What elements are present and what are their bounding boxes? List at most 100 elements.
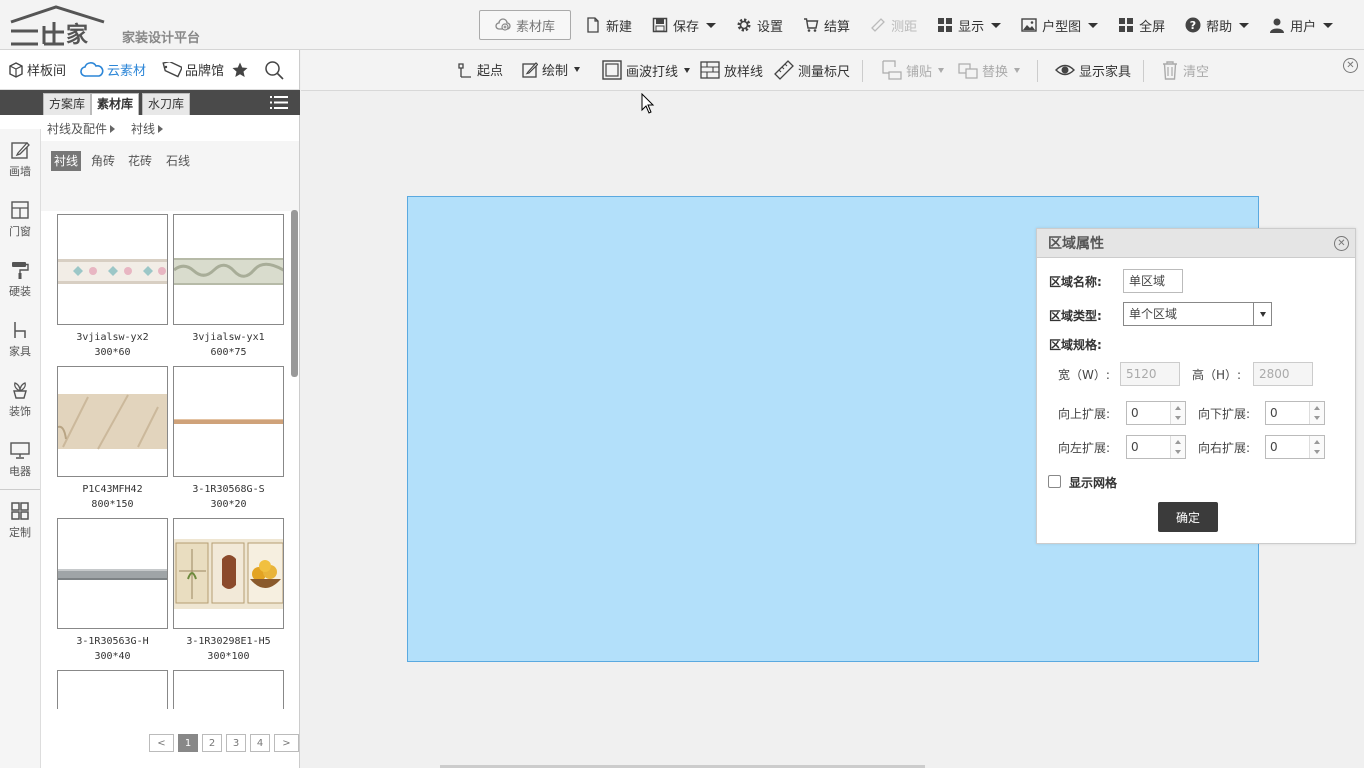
grid-scrollbar[interactable] [291, 210, 298, 377]
tile-thumbnail-image [174, 539, 283, 609]
page-button[interactable]: 2 [202, 734, 222, 752]
list-menu-icon[interactable] [270, 95, 288, 110]
start-point-icon [458, 62, 471, 78]
tab-waterjet-library[interactable]: 水刀库 [142, 93, 191, 115]
width-input[interactable]: 5120 [1120, 362, 1180, 386]
material-item[interactable]: 3-1R30563G-H 300*40 [57, 518, 168, 664]
close-icon[interactable]: ✕ [1334, 236, 1349, 251]
material-size: 600*75 [210, 347, 247, 358]
cloud-library-link[interactable]: 云素材 [80, 60, 160, 79]
confirm-button[interactable]: 确定 [1158, 502, 1218, 532]
settings-button[interactable]: 设置 [728, 10, 791, 40]
tab-scheme-library[interactable]: 方案库 [43, 93, 92, 115]
close-icon[interactable]: ✕ [1343, 58, 1358, 73]
draw-menu[interactable]: 绘制 [522, 60, 581, 79]
material-item[interactable]: 3vjialsw-yx1 600*75 [173, 214, 284, 360]
material-item[interactable] [173, 670, 284, 709]
material-thumbnail[interactable] [173, 214, 284, 325]
nav-doors-windows[interactable]: 门窗 [0, 189, 40, 249]
material-size: 300*20 [210, 499, 247, 510]
filter-chip[interactable]: 衬线 [51, 151, 82, 171]
stepper-arrows-icon[interactable] [1309, 436, 1324, 458]
filter-chip[interactable]: 石线 [163, 151, 193, 171]
display-menu[interactable]: 显示 [929, 10, 1009, 40]
extend-right-stepper[interactable]: 0 [1265, 435, 1325, 459]
star-icon[interactable] [232, 62, 248, 78]
extend-down-stepper[interactable]: 0 [1265, 401, 1325, 425]
material-item[interactable]: 3-1R30298E1-H5 300*100 [173, 518, 284, 664]
filter-chip[interactable]: 角砖 [88, 151, 118, 171]
user-menu[interactable]: 用户 [1261, 10, 1341, 40]
area-name-input[interactable]: 单区域 [1123, 269, 1183, 293]
stepper-arrows-icon[interactable] [1309, 402, 1324, 424]
material-item[interactable]: 3vjialsw-yx2 300*60 [57, 214, 168, 360]
material-thumbnail[interactable] [173, 670, 284, 709]
nav-draw-wall[interactable]: 画墙 [0, 129, 40, 189]
area-type-select[interactable]: 单个区域 [1123, 302, 1272, 326]
extend-up-stepper[interactable]: 0 [1126, 401, 1186, 425]
search-icon[interactable] [264, 60, 284, 80]
brand-hall-link[interactable]: 品牌馆 [160, 60, 238, 79]
save-button[interactable]: 保存 [644, 10, 724, 40]
start-point-button[interactable]: 起点 [457, 60, 503, 79]
stepper-arrows-icon[interactable] [1170, 402, 1185, 424]
material-thumbnail[interactable] [173, 366, 284, 477]
material-item[interactable]: 3-1R30568G-S 300*20 [173, 366, 284, 512]
height-input[interactable]: 2800 [1253, 362, 1313, 386]
page-button[interactable]: 3 [226, 734, 246, 752]
cart-icon [804, 18, 819, 32]
extend-right-value: 0 [1270, 440, 1278, 454]
prev-page-button[interactable]: < [149, 734, 174, 752]
showroom-link[interactable]: 样板间 [8, 60, 80, 79]
help-menu[interactable]: ? 帮助 [1177, 10, 1257, 40]
fullscreen-button[interactable]: 全屏 [1110, 10, 1173, 40]
breadcrumb-item[interactable]: 衬线 [131, 120, 164, 137]
toolbar-divider [1037, 60, 1038, 82]
checkout-button[interactable]: 结算 [795, 10, 858, 40]
material-item[interactable] [57, 670, 168, 709]
next-page-button[interactable]: > [274, 734, 299, 752]
nav-custom[interactable]: 定制 [0, 490, 40, 550]
new-label: 新建 [606, 19, 633, 35]
grid-icon [11, 501, 29, 520]
caret-right-icon [110, 124, 116, 133]
material-name: P1C43MFH42 [82, 484, 143, 495]
sample-line-button[interactable]: 放样线 [700, 60, 763, 80]
help-label: 帮助 [1206, 19, 1233, 35]
material-name: 3-1R30568G-S [192, 484, 265, 495]
stepper-arrows-icon[interactable] [1170, 436, 1185, 458]
wave-line-menu[interactable]: 画波打线 [602, 60, 691, 80]
material-thumbnail[interactable] [173, 518, 284, 629]
nav-appliances[interactable]: 电器 [0, 429, 40, 489]
nav-label: 门窗 [9, 224, 31, 238]
tile-menu[interactable]: 铺贴 [882, 60, 945, 80]
show-grid-checkbox[interactable] [1048, 475, 1061, 488]
library-button[interactable]: 素材库 [479, 10, 572, 40]
material-thumbnail[interactable] [57, 366, 168, 477]
measure-button[interactable]: 测距 [862, 10, 925, 40]
new-button[interactable]: 新建 [577, 10, 640, 40]
page-button[interactable]: 1 [178, 734, 198, 752]
tile-thumbnail-image [174, 258, 283, 285]
show-furniture-button[interactable]: 显示家具 [1055, 60, 1131, 80]
floorplan-menu[interactable]: 户型图 [1013, 10, 1106, 40]
measure-ruler-button[interactable]: 测量标尺 [774, 60, 850, 80]
nav-decoration[interactable]: 装饰 [0, 369, 40, 429]
panel-title: 区域属性 [1037, 229, 1355, 258]
breadcrumb-item[interactable]: 衬线及配件 [47, 120, 116, 137]
cloud-upload-icon [495, 18, 511, 31]
clear-button[interactable]: 清空 [1161, 60, 1209, 80]
material-item[interactable]: P1C43MFH42 800*150 [57, 366, 168, 512]
replace-menu[interactable]: 替换 [958, 60, 1021, 80]
filter-chip[interactable]: 花砖 [125, 151, 155, 171]
material-thumbnail[interactable] [57, 518, 168, 629]
nav-furniture[interactable]: 家具 [0, 309, 40, 369]
extend-left-stepper[interactable]: 0 [1126, 435, 1186, 459]
nav-hard-decor[interactable]: 硬装 [0, 249, 40, 309]
page-button[interactable]: 4 [250, 734, 270, 752]
chevron-down-icon [1088, 22, 1099, 28]
material-thumbnail[interactable] [57, 214, 168, 325]
material-caption: 3vjialsw-yx1 600*75 [173, 330, 284, 360]
tab-material-library[interactable]: 素材库 [91, 93, 140, 115]
material-thumbnail[interactable] [57, 670, 168, 709]
